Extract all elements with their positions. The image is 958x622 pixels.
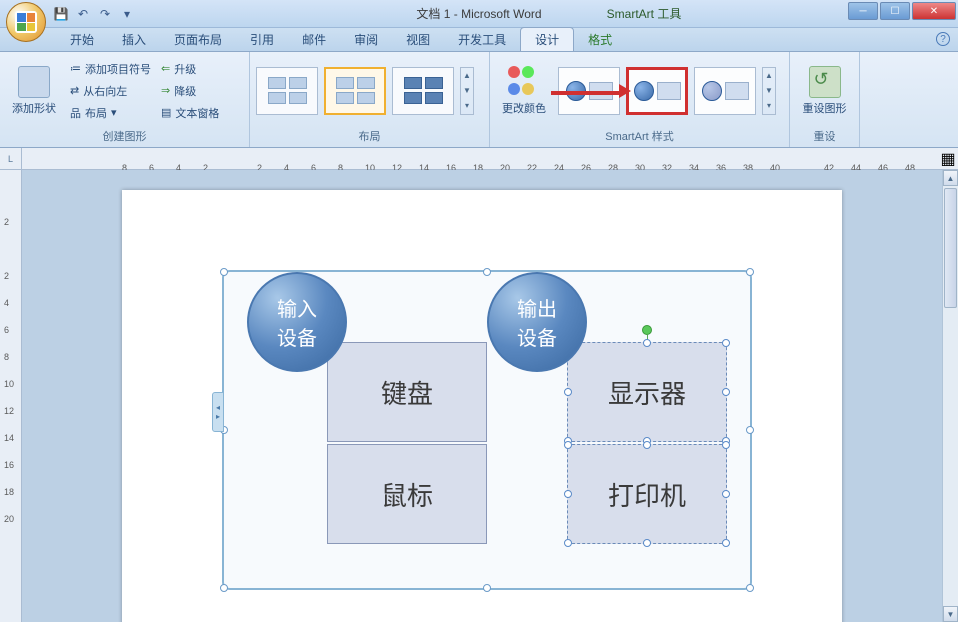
smartart-item-2-2[interactable]: 打印机 (567, 444, 727, 544)
vertical-scrollbar[interactable]: ▲ ▼ (942, 170, 958, 622)
context-tab-title: SmartArt 工具 (530, 5, 758, 22)
ribbon: 添加形状 ≔添加项目符号 ⇄从右向左 品布局▾ ⇐升级 ⇒降级 ▤文本窗格 创建… (0, 52, 958, 148)
ribbon-tabs: 开始 插入 页面布局 引用 邮件 审阅 视图 开发工具 设计 格式 ? (0, 28, 958, 52)
tab-developer[interactable]: 开发工具 (444, 28, 520, 51)
text-pane-button[interactable]: ▤文本窗格 (159, 104, 221, 122)
style-option-3[interactable] (694, 67, 756, 115)
quick-access-toolbar: 💾 ↶ ↷ ▾ (52, 5, 136, 23)
layout-option-1[interactable] (256, 67, 318, 115)
scroll-down-button[interactable]: ▼ (943, 606, 958, 622)
tab-design[interactable]: 设计 (520, 27, 574, 51)
maximize-button[interactable]: ☐ (880, 2, 910, 20)
smartart-frame[interactable]: ◂▸ 输入 设备 键盘 鼠标 输出 设备 显示器 (222, 270, 752, 590)
tab-home[interactable]: 开始 (56, 28, 108, 51)
save-icon[interactable]: 💾 (52, 5, 70, 23)
reset-graphic-button[interactable]: 重设图形 (797, 62, 853, 120)
change-colors-button[interactable]: 更改颜色 (496, 62, 552, 120)
title-bar: 💾 ↶ ↷ ▾ 文档 1 - Microsoft Word SmartArt 工… (0, 0, 958, 28)
add-shape-label: 添加形状 (12, 100, 56, 116)
page[interactable]: ◂▸ 输入 设备 键盘 鼠标 输出 设备 显示器 (122, 190, 842, 622)
layout-option-3[interactable] (392, 67, 454, 115)
demote-button[interactable]: ⇒降级 (159, 82, 221, 100)
horizontal-ruler[interactable]: L 86422468101214161820222426283032343638… (0, 148, 958, 170)
window-title: 文档 1 - Microsoft Word (0, 5, 958, 22)
rotate-handle[interactable] (642, 325, 652, 335)
tab-insert[interactable]: 插入 (108, 28, 160, 51)
tab-format[interactable]: 格式 (574, 28, 626, 51)
group-create-graphic: 添加形状 ≔添加项目符号 ⇄从右向左 品布局▾ ⇐升级 ⇒降级 ▤文本窗格 创建… (0, 52, 250, 147)
document-area: 22468101214161820 ◂▸ 输入 设备 键盘 鼠标 (0, 170, 942, 622)
smartart-title-1[interactable]: 输入 设备 (247, 272, 347, 372)
tab-review[interactable]: 审阅 (340, 28, 392, 51)
group-label-reset: 重设 (796, 127, 853, 145)
page-container: ◂▸ 输入 设备 键盘 鼠标 输出 设备 显示器 (22, 170, 942, 622)
reset-label: 重设图形 (803, 100, 847, 116)
ruler-view-icon[interactable]: ▦ (938, 149, 958, 169)
group-label-styles: SmartArt 样式 (496, 127, 783, 145)
scroll-up-button[interactable]: ▲ (943, 170, 958, 186)
help-icon[interactable]: ? (936, 32, 950, 46)
qat-dropdown-icon[interactable]: ▾ (118, 5, 136, 23)
style-option-2[interactable] (626, 67, 688, 115)
layout-option-2[interactable] (324, 67, 386, 115)
reset-icon (809, 66, 841, 98)
office-button[interactable] (6, 2, 46, 42)
tab-mailings[interactable]: 邮件 (288, 28, 340, 51)
add-shape-icon (18, 66, 50, 98)
promote-button[interactable]: ⇐升级 (159, 60, 221, 78)
layout-dropdown-button[interactable]: 品布局▾ (68, 104, 153, 122)
group-layouts: ▲▼▾ 布局 (250, 52, 490, 147)
redo-icon[interactable]: ↷ (96, 5, 114, 23)
smartart-group-2: 输出 设备 显示器 打印机 (507, 292, 707, 568)
smartart-group-1: 输入 设备 键盘 鼠标 (267, 292, 467, 568)
change-colors-icon (508, 66, 540, 98)
smartart-text-pane-toggle[interactable]: ◂▸ (212, 392, 224, 432)
minimize-button[interactable]: ─ (848, 2, 878, 20)
undo-icon[interactable]: ↶ (74, 5, 92, 23)
add-shape-button[interactable]: 添加形状 (6, 62, 62, 120)
group-label-create-graphic: 创建图形 (6, 127, 243, 145)
vertical-ruler[interactable]: 22468101214161820 (0, 170, 22, 622)
tab-view[interactable]: 视图 (392, 28, 444, 51)
add-bullet-button[interactable]: ≔添加项目符号 (68, 60, 153, 78)
scroll-thumb[interactable] (944, 188, 957, 308)
smartart-content: 输入 设备 键盘 鼠标 输出 设备 显示器 (244, 292, 730, 568)
tab-references[interactable]: 引用 (236, 28, 288, 51)
close-button[interactable]: ✕ (912, 2, 956, 20)
smartart-item-1-2[interactable]: 鼠标 (327, 444, 487, 544)
smartart-item-1-1[interactable]: 键盘 (327, 342, 487, 442)
group-reset: 重设图形 重设 (790, 52, 860, 147)
smartart-title-2[interactable]: 输出 设备 (487, 272, 587, 372)
styles-gallery-more[interactable]: ▲▼▾ (762, 67, 776, 115)
tab-page-layout[interactable]: 页面布局 (160, 28, 236, 51)
rtl-button[interactable]: ⇄从右向左 (68, 82, 153, 100)
ruler-corner[interactable]: L (0, 148, 22, 170)
group-smartart-styles: 更改颜色 ▲▼▾ SmartArt 样式 (490, 52, 790, 147)
group-label-layouts: 布局 (256, 127, 483, 145)
layouts-gallery-more[interactable]: ▲▼▾ (460, 67, 474, 115)
smartart-item-2-1[interactable]: 显示器 (567, 342, 727, 442)
change-colors-label: 更改颜色 (502, 100, 546, 116)
